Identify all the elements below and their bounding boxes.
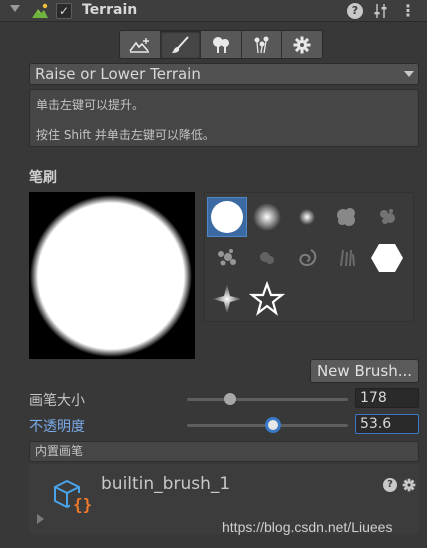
- brush-details-foldout-icon[interactable]: [37, 514, 44, 524]
- brush-size-field[interactable]: 178: [355, 388, 419, 408]
- terrain-icon: [31, 3, 49, 19]
- brushes-section-title: 笔刷: [29, 170, 57, 186]
- dropdown-arrow-icon: [404, 71, 414, 77]
- spark-star-brush-icon: [212, 284, 242, 314]
- builtin-brushes-header: 内置画笔: [29, 441, 419, 462]
- brush-grass-strokes[interactable]: [327, 238, 367, 278]
- brush-help-icon[interactable]: ?: [383, 478, 397, 492]
- brush-hard-circle[interactable]: [207, 197, 247, 237]
- new-brush-button[interactable]: New Brush...: [310, 359, 419, 383]
- help-text-line: 按住 Shift 并单击左键可以降低。: [36, 128, 215, 142]
- watermark-text: https://blog.csdn.net/Liuees: [222, 519, 393, 535]
- brush-faint-noise[interactable]: [247, 238, 287, 278]
- scatter-blob-brush-icon: [218, 249, 236, 266]
- component-title: Terrain: [82, 2, 138, 18]
- terrain-tool-dropdown[interactable]: Raise or Lower Terrain: [29, 63, 419, 85]
- brush-name: builtin_brush_1: [101, 474, 231, 494]
- brush-settings-gear-icon[interactable]: [402, 478, 416, 492]
- splatter-brush-icon: [380, 209, 395, 224]
- enabled-checkbox[interactable]: ✓: [56, 3, 72, 19]
- paint-terrain-button[interactable]: [160, 31, 202, 58]
- opacity-label: 不透明度: [29, 419, 85, 435]
- brush-size-label: 画笔大小: [29, 393, 85, 409]
- outline-star-brush-icon: [249, 281, 285, 316]
- faint-noise-brush-icon: [260, 252, 274, 264]
- opacity-slider-thumb[interactable]: [265, 417, 282, 433]
- help-text-line: 单击左键可以提升。: [36, 98, 145, 112]
- soft-circle-brush-icon: [253, 203, 281, 231]
- paint-trees-button[interactable]: [201, 31, 242, 58]
- brush-preview: [29, 192, 195, 359]
- more-options-icon[interactable]: ⋮: [400, 2, 416, 20]
- brush-selection-grid: [204, 192, 414, 322]
- cloud-noise-brush-icon: [337, 208, 355, 226]
- trees-icon: [212, 36, 229, 53]
- opacity-field[interactable]: 53.6: [355, 414, 419, 434]
- foldout-arrow-icon[interactable]: [10, 5, 20, 12]
- create-neighbor-terrains-button[interactable]: [120, 31, 161, 58]
- help-icon[interactable]: ?: [347, 3, 363, 19]
- hard-circle-brush-icon: [211, 201, 243, 233]
- preset-settings-icon[interactable]: [373, 3, 389, 19]
- terrain-settings-button[interactable]: [282, 31, 322, 58]
- hexagon-brush-icon: [371, 244, 403, 272]
- tool-help-box: 单击左键可以提升。 按住 Shift 并单击左键可以降低。: [29, 89, 419, 147]
- paintbrush-icon: [172, 35, 190, 53]
- dropdown-selected-value: Raise or Lower Terrain: [35, 65, 201, 83]
- grass-strokes-brush-icon: [340, 249, 355, 267]
- svg-text:{}: {}: [73, 495, 92, 514]
- brush-cloud-noise[interactable]: [327, 197, 367, 237]
- brush-asset-icon: {}: [53, 478, 95, 514]
- brush-small-soft-dot[interactable]: [287, 197, 327, 237]
- swirl-brush-icon: [299, 249, 317, 267]
- small-dot-brush-icon: [299, 209, 315, 225]
- brush-soft-circle[interactable]: [247, 197, 287, 237]
- brush-size-slider-track[interactable]: [187, 398, 348, 401]
- flowers-icon: [254, 36, 269, 53]
- brush-spark-star[interactable]: [207, 279, 247, 319]
- brush-outline-star[interactable]: [247, 279, 287, 319]
- terrain-tool-toolbar: [119, 30, 323, 59]
- brush-splatter-noise[interactable]: [367, 197, 407, 237]
- paint-details-button[interactable]: [241, 31, 283, 58]
- brush-size-slider-thumb[interactable]: [224, 393, 237, 405]
- brush-scatter-blob[interactable]: [207, 238, 247, 278]
- brush-hexagon[interactable]: [367, 238, 407, 278]
- gear-icon: [293, 36, 311, 53]
- mountain-plus-icon: [129, 37, 149, 53]
- brush-swirl[interactable]: [287, 238, 327, 278]
